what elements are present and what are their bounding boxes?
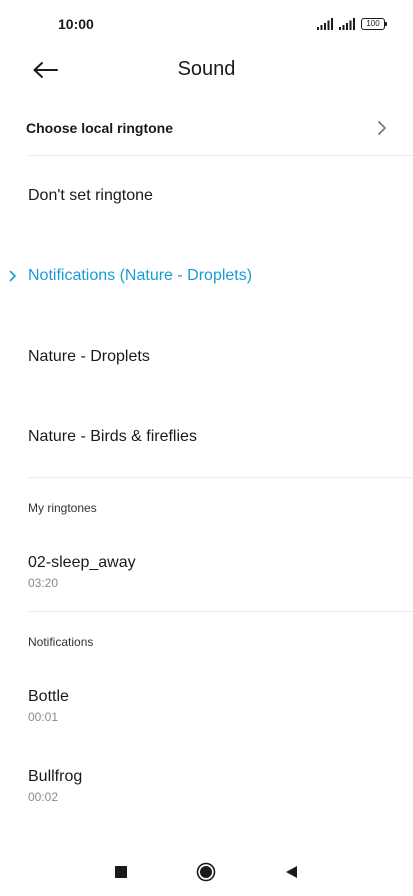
signal-icon-sim2 [339,18,355,30]
circle-icon [196,862,216,882]
section-header-my-ringtones: My ringtones [28,501,97,515]
back-nav-button[interactable] [279,860,303,884]
square-icon [115,866,127,878]
divider [28,477,413,478]
ringtone-item-bottle[interactable]: Bottle 00:01 [0,682,413,730]
choose-local-ringtone-label: Choose local ringtone [26,120,174,136]
ringtone-item-dont-set[interactable]: Don't set ringtone [0,176,413,216]
ringtone-item-duration: 03:20 [28,576,59,590]
ringtone-item-label: Nature - Droplets [28,348,150,365]
ringtone-item-label: Don't set ringtone [28,187,153,204]
recents-button[interactable] [109,860,133,884]
ringtone-item-duration: 00:02 [28,790,59,804]
sound-screen: 10:00 100 Sound Choose local ringtone Do… [0,0,413,896]
chevron-right-selected-icon [9,270,16,282]
ringtone-item-bullfrog[interactable]: Bullfrog 00:02 [0,762,413,810]
status-bar: 10:00 100 [0,0,413,48]
ringtone-item-duration: 00:01 [28,710,59,724]
ringtone-item-nature-droplets[interactable]: Nature - Droplets [0,337,413,377]
ringtone-item-label: Bottle [28,688,69,705]
status-icons: 100 [317,17,387,31]
triangle-back-icon [286,866,297,878]
signal-icon-sim1 [317,18,333,30]
ringtone-item-label: Nature - Birds & fireflies [28,428,197,445]
ringtone-item-label: 02-sleep_away [28,554,136,571]
divider [28,155,413,156]
ringtone-item-nature-birds[interactable]: Nature - Birds & fireflies [0,417,413,457]
ringtone-item-label: Notifications (Nature - Droplets) [28,267,253,284]
ringtone-item-label: Bullfrog [28,768,83,785]
navigation-bar [0,846,413,896]
status-time: 10:00 [58,16,94,32]
divider [28,611,413,612]
ringtone-item-notifications-droplets[interactable]: Notifications (Nature - Droplets) [0,256,413,296]
chevron-right-icon [378,121,386,135]
section-header-notifications: Notifications [28,635,94,649]
header: Sound [0,48,413,92]
battery-icon: 100 [361,18,387,30]
ringtone-item-sleep-away[interactable]: 02-sleep_away 03:20 [0,548,413,596]
home-button[interactable] [194,860,218,884]
page-title: Sound [177,58,236,80]
choose-local-ringtone-row[interactable]: Choose local ringtone [0,104,413,152]
